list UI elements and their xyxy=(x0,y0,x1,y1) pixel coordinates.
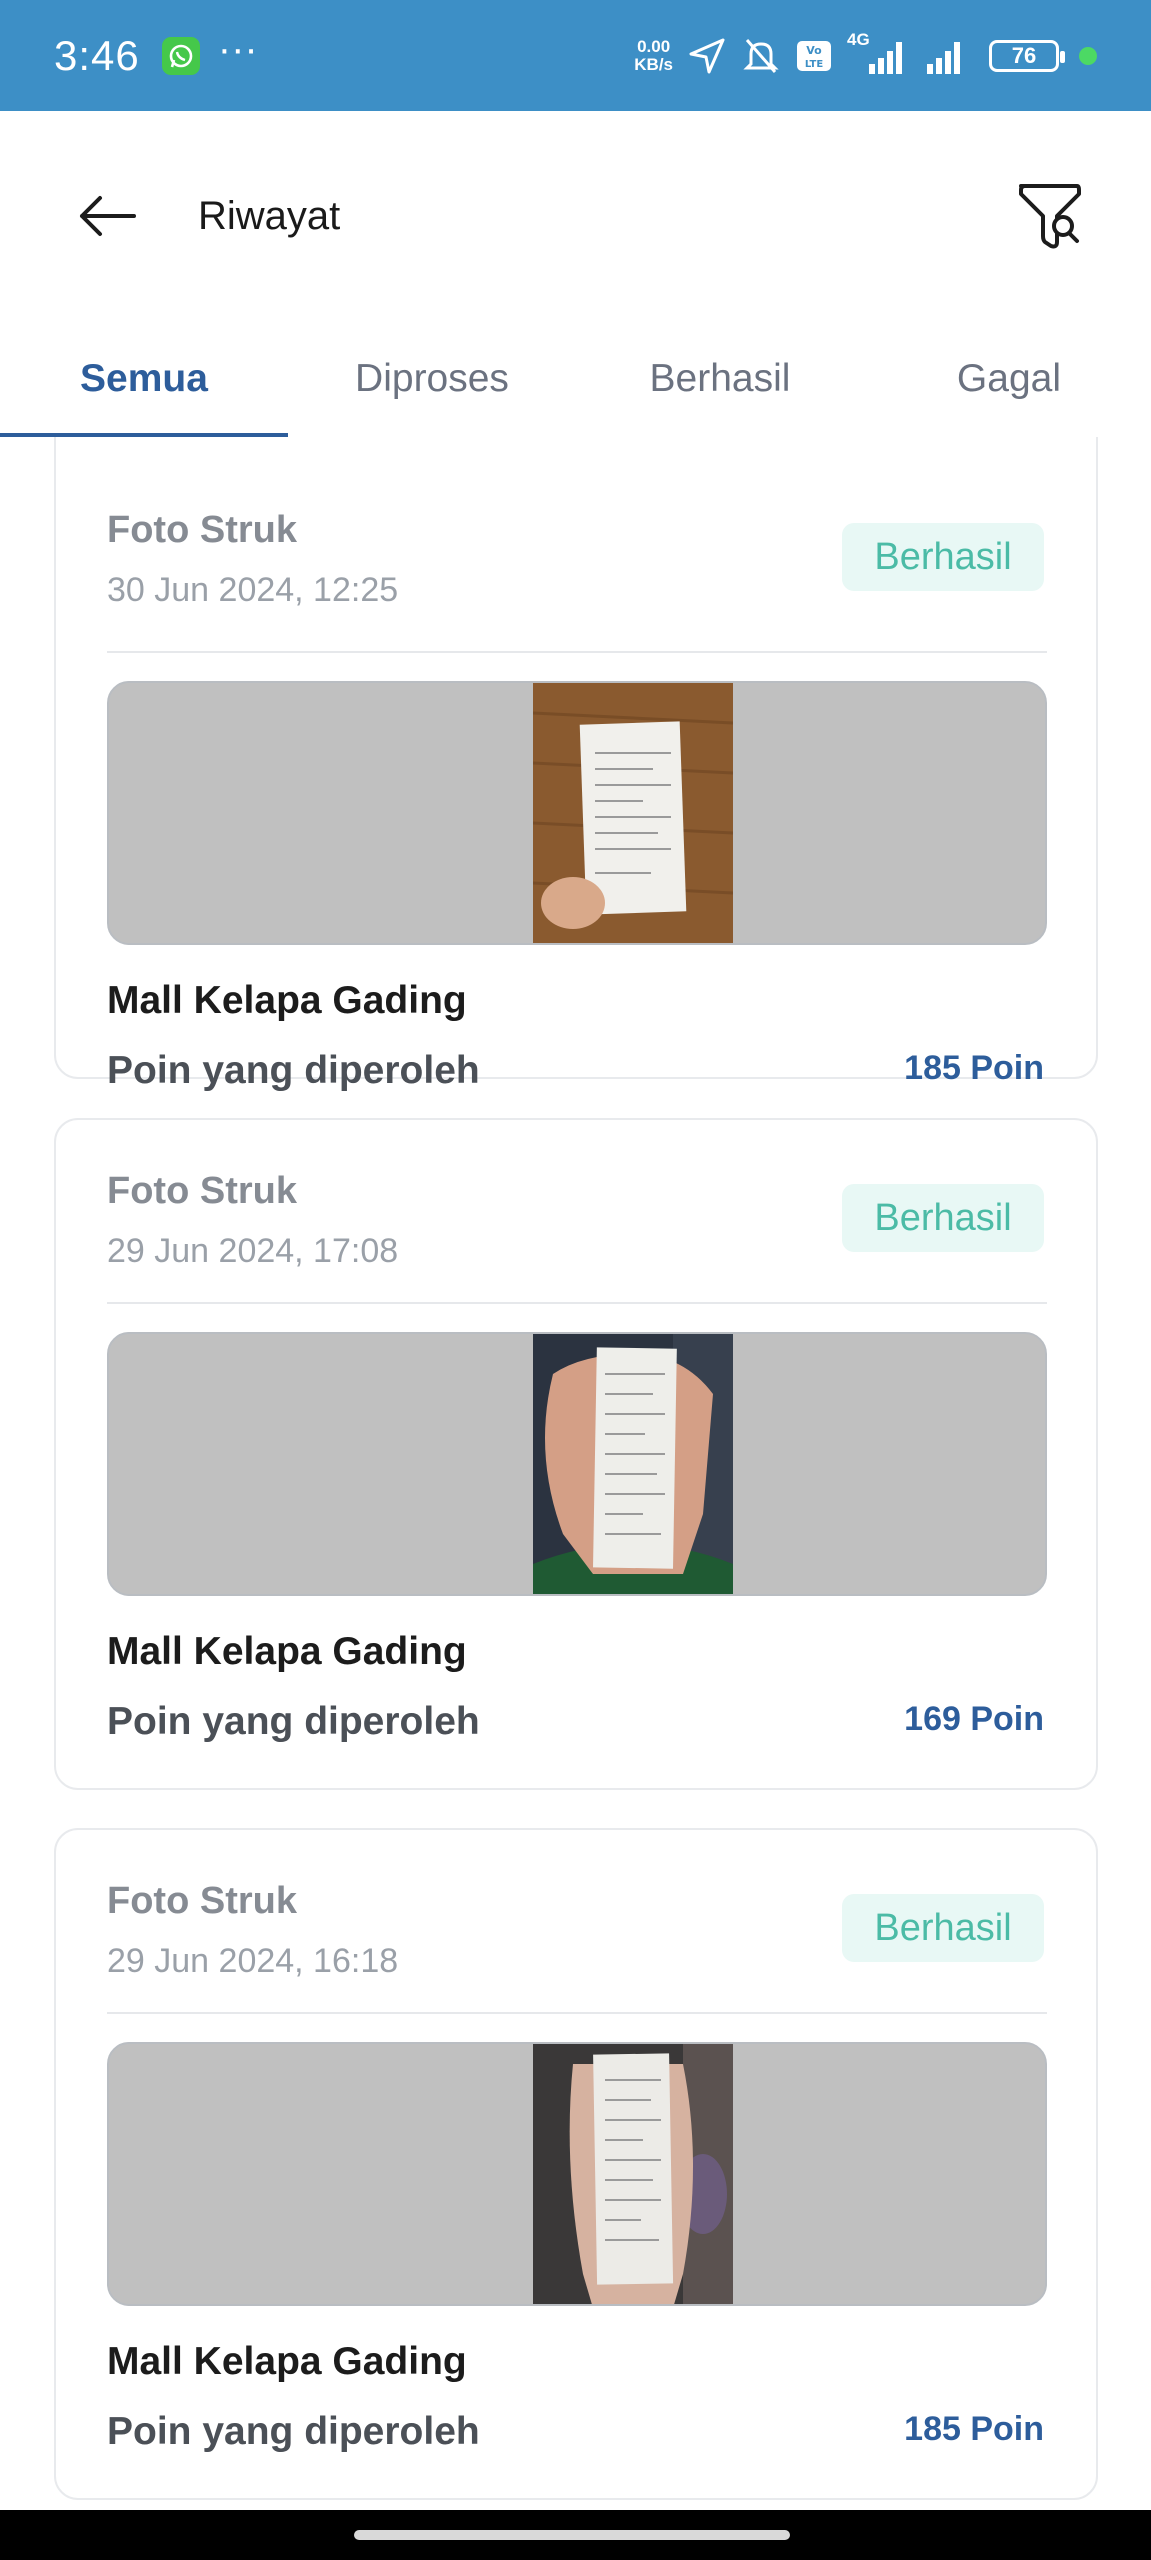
points-value: 185 Poin xyxy=(904,1049,1044,1087)
store-name: Mall Kelapa Gading xyxy=(107,979,467,1022)
transaction-date: 29 Jun 2024, 17:08 xyxy=(107,1232,399,1270)
signal-icon xyxy=(923,36,975,76)
transaction-card[interactable]: Foto Struk 29 Jun 2024, 17:08 Berhasil M… xyxy=(54,1118,1098,1790)
card-divider xyxy=(107,1302,1047,1304)
app-header: Riwayat xyxy=(0,111,1151,321)
battery-icon: 76 xyxy=(989,39,1065,72)
store-name: Mall Kelapa Gading xyxy=(107,1630,467,1673)
status-badge: Berhasil xyxy=(842,1184,1044,1252)
tab-gagal[interactable]: Gagal xyxy=(864,321,1151,437)
page-title: Riwayat xyxy=(198,193,341,238)
transaction-type: Foto Struk xyxy=(107,1880,297,1922)
card-divider xyxy=(107,651,1047,653)
whatsapp-icon xyxy=(161,36,200,75)
network-speed-unit: KB/s xyxy=(634,54,673,74)
back-button[interactable] xyxy=(72,181,142,251)
more-notifications-icon: ··· xyxy=(217,26,258,71)
status-time: 3:46 xyxy=(54,31,140,79)
points-value: 185 Poin xyxy=(904,2410,1044,2448)
network-speed-value: 0.00 xyxy=(637,36,671,56)
status-badge: Berhasil xyxy=(842,1894,1044,1962)
transaction-date: 29 Jun 2024, 16:18 xyxy=(107,1942,399,1980)
points-label: Poin yang diperoleh xyxy=(107,2410,480,2453)
receipt-photo xyxy=(533,683,733,943)
points-label: Poin yang diperoleh xyxy=(107,1049,480,1092)
points-label: Poin yang diperoleh xyxy=(107,1700,480,1743)
indicator-dot xyxy=(1079,46,1097,65)
bell-off-icon xyxy=(741,36,781,76)
card-divider xyxy=(107,2012,1047,2014)
system-navigation-bar xyxy=(0,2510,1151,2560)
receipt-image[interactable] xyxy=(107,2042,1047,2306)
filter-search-icon xyxy=(1017,180,1083,252)
transaction-card[interactable]: Foto Struk 30 Jun 2024, 12:25 Berhasil M… xyxy=(54,437,1098,1092)
points-value: 169 Poin xyxy=(904,1700,1044,1738)
volte-icon: Vo LTE xyxy=(795,39,833,73)
transaction-date: 30 Jun 2024, 12:25 xyxy=(107,571,399,609)
receipt-image[interactable] xyxy=(107,1332,1047,1596)
signal-icon: 4G xyxy=(847,30,909,76)
receipt-image[interactable] xyxy=(107,681,1047,945)
network-type: 4G xyxy=(847,29,870,49)
transaction-type: Foto Struk xyxy=(107,1170,297,1212)
transaction-list[interactable]: Foto Struk 30 Jun 2024, 12:25 Berhasil M… xyxy=(0,437,1151,2510)
battery-level: 76 xyxy=(1011,42,1037,68)
tab-berhasil[interactable]: Berhasil xyxy=(576,321,864,437)
svg-text:Vo: Vo xyxy=(806,44,822,57)
transaction-card[interactable]: Foto Struk 29 Jun 2024, 16:18 Berhasil M… xyxy=(54,1828,1098,2500)
status-bar: 3:46 ··· 0.00 KB/s Vo LTE 4G 76 xyxy=(0,0,1151,111)
location-arrow-icon xyxy=(687,36,727,76)
home-gesture-handle[interactable] xyxy=(354,2530,790,2540)
receipt-photo xyxy=(533,1334,733,1594)
store-name: Mall Kelapa Gading xyxy=(107,2340,467,2383)
svg-text:LTE: LTE xyxy=(805,59,824,70)
tab-bar: Semua Diproses Berhasil Gagal xyxy=(0,321,1151,437)
filter-button[interactable] xyxy=(1015,176,1085,256)
tab-diproses[interactable]: Diproses xyxy=(288,321,576,437)
receipt-photo xyxy=(533,2044,733,2304)
transaction-type: Foto Struk xyxy=(107,509,297,551)
status-badge: Berhasil xyxy=(842,523,1044,591)
network-speed: 0.00 KB/s xyxy=(634,36,673,74)
arrow-left-icon xyxy=(78,194,136,238)
tab-semua[interactable]: Semua xyxy=(0,321,288,437)
